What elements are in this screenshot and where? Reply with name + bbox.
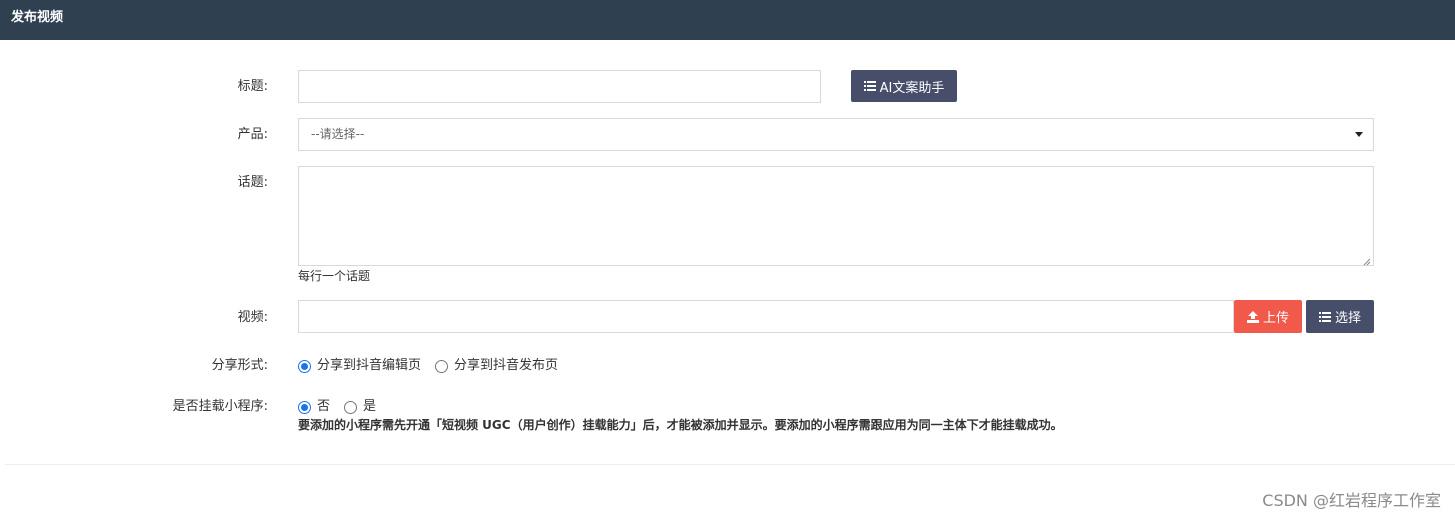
ai-copywriting-button-label: AI文案助手 [879, 80, 945, 96]
title-label: 标题: [237, 79, 268, 94]
page-header: 发布视频 [0, 0, 1455, 40]
topic-textarea[interactable] [298, 166, 1374, 266]
watermark: CSDN @红岩程序工作室 [1262, 491, 1441, 510]
mount-radio-group: 否 是 [298, 398, 390, 416]
radio-unchecked-icon[interactable] [344, 400, 358, 414]
radio-checked-icon[interactable] [298, 359, 311, 373]
mount-option-label: 否 [317, 399, 331, 414]
choose-button-label: 选择 [1334, 311, 1361, 326]
share-option-publish[interactable]: 分享到抖音发布页 [435, 357, 558, 375]
share-option-edit[interactable]: 分享到抖音编辑页 [298, 357, 421, 375]
resize-handle-icon[interactable] [1363, 255, 1371, 266]
mount-option-no[interactable]: 否 [298, 398, 330, 416]
share-label: 分享形式: [211, 358, 268, 373]
chevron-down-icon [1355, 132, 1363, 137]
radio-unchecked-icon[interactable] [435, 359, 449, 373]
share-option-label: 分享到抖音编辑页 [317, 358, 422, 373]
list-icon [863, 81, 876, 91]
ai-copywriting-button[interactable]: AI文案助手 [851, 70, 957, 102]
mount-label: 是否挂载小程序: [172, 399, 268, 414]
share-radio-group: 分享到抖音编辑页 分享到抖音发布页 [298, 357, 572, 375]
upload-button-label: 上传 [1262, 311, 1289, 326]
topic-hint: 每行一个话题 [298, 269, 371, 283]
radio-checked-icon[interactable] [298, 400, 311, 414]
share-option-label: 分享到抖音发布页 [454, 358, 559, 373]
choose-button[interactable]: 选择 [1306, 300, 1374, 333]
page-title: 发布视频 [11, 10, 64, 25]
video-label: 视频: [237, 310, 268, 325]
video-input[interactable] [298, 300, 1234, 333]
topic-label: 话题: [237, 175, 268, 190]
mount-option-label: 是 [363, 399, 377, 414]
upload-icon [1246, 310, 1259, 323]
list-icon [1318, 311, 1331, 322]
mount-note: 要添加的小程序需先开通「短视频 UGC（用户创作）挂载能力」后，才能被添加并显示… [298, 418, 1063, 432]
mount-option-yes[interactable]: 是 [344, 398, 376, 416]
title-input[interactable] [298, 70, 821, 103]
product-select[interactable]: --请选择-- [298, 118, 1374, 151]
upload-button[interactable]: 上传 [1234, 300, 1302, 333]
product-select-value: --请选择-- [311, 127, 365, 141]
product-label: 产品: [237, 127, 268, 142]
